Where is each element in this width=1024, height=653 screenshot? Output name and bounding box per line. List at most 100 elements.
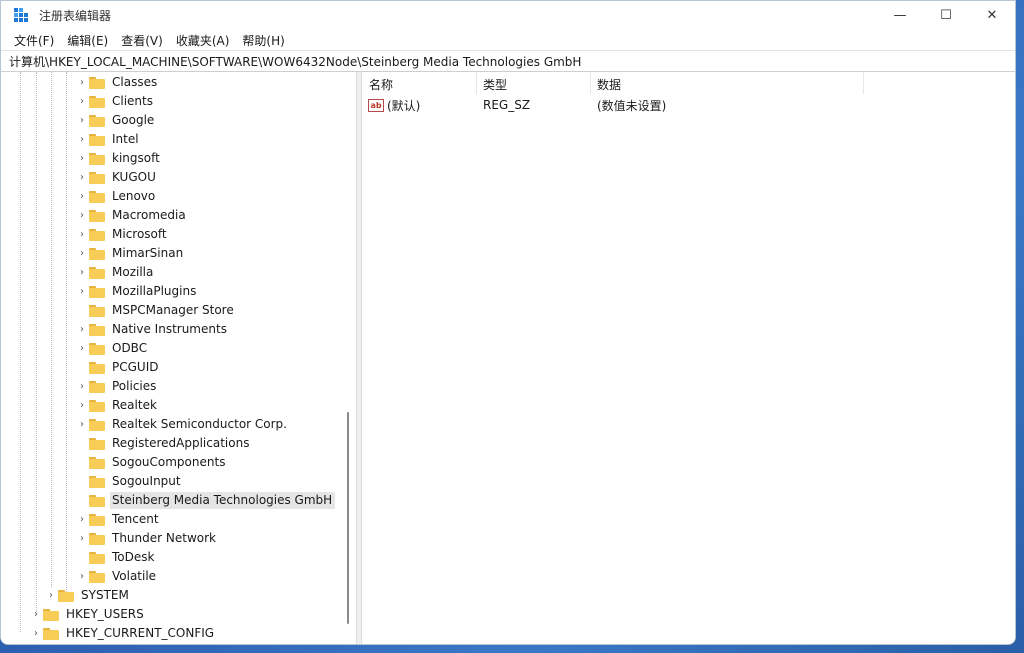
- title-bar[interactable]: 注册表编辑器 — ☐ ✕: [1, 1, 1015, 30]
- chevron-right-icon[interactable]: ›: [77, 210, 87, 221]
- menu-file[interactable]: 文件(F): [8, 32, 61, 49]
- menu-edit[interactable]: 编辑(E): [61, 32, 115, 49]
- tree-item[interactable]: › SYSTEM: [46, 586, 132, 605]
- chevron-right-icon[interactable]: ›: [77, 229, 87, 240]
- tree-item[interactable]: › Macromedia: [77, 206, 189, 225]
- chevron-right-icon[interactable]: ›: [77, 248, 87, 259]
- chevron-right-icon[interactable]: ›: [77, 96, 87, 107]
- tree-item[interactable]: Steinberg Media Technologies GmbH: [77, 491, 336, 510]
- tree-item[interactable]: › Clients: [77, 92, 156, 111]
- chevron-right-icon[interactable]: ›: [77, 286, 87, 297]
- menu-view[interactable]: 查看(V): [115, 32, 170, 49]
- folder-icon: [89, 532, 105, 545]
- chevron-right-icon[interactable]: ›: [77, 324, 87, 335]
- folder-icon: [89, 418, 105, 431]
- column-separator[interactable]: [476, 72, 477, 94]
- tree-item[interactable]: › Realtek Semiconductor Corp.: [77, 415, 290, 434]
- tree-item[interactable]: › Native Instruments: [77, 320, 230, 339]
- tree-item[interactable]: › Mozilla: [77, 263, 156, 282]
- column-separator[interactable]: [863, 72, 864, 94]
- menu-favorites[interactable]: 收藏夹(A): [170, 32, 237, 49]
- column-separator[interactable]: [590, 72, 591, 94]
- chevron-right-icon[interactable]: ›: [31, 628, 41, 639]
- tree-item[interactable]: › Tencent: [77, 510, 162, 529]
- value-data-text: (数值未设置): [597, 98, 667, 113]
- value-list-pane[interactable]: 名称 类型 数据 ab (默认) REG_SZ (数值未设置): [362, 72, 1015, 644]
- column-header-name[interactable]: 名称: [369, 76, 393, 93]
- tree-item[interactable]: › kingsoft: [77, 149, 163, 168]
- address-path[interactable]: 计算机\HKEY_LOCAL_MACHINE\SOFTWARE\WOW6432N…: [9, 53, 581, 70]
- tree-item[interactable]: › Volatile: [77, 567, 159, 586]
- chevron-right-icon[interactable]: ›: [46, 590, 56, 601]
- folder-icon: [89, 361, 105, 374]
- chevron-right-icon[interactable]: ›: [77, 419, 87, 430]
- chevron-right-icon[interactable]: ›: [77, 134, 87, 145]
- tree-item-label: ToDesk: [112, 550, 155, 564]
- tree-item-label: SogouInput: [112, 474, 181, 488]
- address-bar[interactable]: 计算机\HKEY_LOCAL_MACHINE\SOFTWARE\WOW6432N…: [1, 50, 1015, 72]
- tree-item-label: Native Instruments: [112, 322, 227, 336]
- tree-item[interactable]: RegisteredApplications: [77, 434, 252, 453]
- column-header-type[interactable]: 类型: [483, 76, 507, 93]
- menu-help[interactable]: 帮助(H): [236, 32, 291, 49]
- chevron-right-icon[interactable]: ›: [77, 115, 87, 126]
- tree-item[interactable]: › ODBC: [77, 339, 150, 358]
- chevron-right-icon[interactable]: ›: [77, 172, 87, 183]
- close-button[interactable]: ✕: [969, 1, 1015, 30]
- tree-item-label: SogouComponents: [112, 455, 226, 469]
- chevron-right-icon[interactable]: ›: [77, 267, 87, 278]
- tree-item[interactable]: › HKEY_CURRENT_CONFIG: [31, 624, 217, 643]
- tree-item[interactable]: PCGUID: [77, 358, 161, 377]
- folder-icon: [89, 76, 105, 89]
- tree-item[interactable]: › MimarSinan: [77, 244, 186, 263]
- window-controls: — ☐ ✕: [877, 1, 1015, 30]
- tree-item[interactable]: SogouInput: [77, 472, 184, 491]
- tree-item[interactable]: › Thunder Network: [77, 529, 219, 548]
- tree-scrollbar[interactable]: [343, 72, 351, 644]
- chevron-right-icon[interactable]: ›: [77, 343, 87, 354]
- minimize-button[interactable]: —: [877, 1, 923, 30]
- folder-icon: [43, 608, 59, 621]
- tree-guide-line: [66, 72, 67, 602]
- tree-scrollbar-thumb[interactable]: [347, 412, 349, 624]
- chevron-right-icon[interactable]: ›: [77, 533, 87, 544]
- regedit-app-icon: [14, 7, 30, 24]
- tree-item[interactable]: › HKEY_USERS: [31, 605, 147, 624]
- key-tree-pane[interactable]: › Classes › Clients › Google › Intel › kingsoft › K…: [1, 72, 356, 644]
- tree-item-label: SYSTEM: [81, 588, 129, 602]
- tree-item-label: Lenovo: [112, 189, 156, 203]
- chevron-right-icon[interactable]: ›: [31, 609, 41, 620]
- chevron-right-icon[interactable]: ›: [77, 381, 87, 392]
- chevron-right-icon[interactable]: ›: [77, 153, 87, 164]
- value-data: (数值未设置): [597, 95, 666, 115]
- value-type-text: REG_SZ: [483, 98, 531, 112]
- folder-icon: [89, 342, 105, 355]
- maximize-button[interactable]: ☐: [923, 1, 969, 30]
- tree-item[interactable]: › Lenovo: [77, 187, 158, 206]
- folder-icon: [89, 570, 105, 583]
- tree-item[interactable]: SogouComponents: [77, 453, 228, 472]
- tree-item[interactable]: › Microsoft: [77, 225, 170, 244]
- tree-item-label: Google: [112, 113, 155, 127]
- chevron-right-icon[interactable]: ›: [77, 400, 87, 411]
- tree-item[interactable]: › Google: [77, 111, 157, 130]
- tree-item[interactable]: › KUGOU: [77, 168, 159, 187]
- tree-item[interactable]: › Classes: [77, 73, 160, 92]
- tree-item-label: Intel: [112, 132, 139, 146]
- tree-item-label: PCGUID: [112, 360, 159, 374]
- tree-item-label: Tencent: [112, 512, 159, 526]
- list-item[interactable]: ab (默认): [368, 95, 420, 115]
- tree-item[interactable]: ToDesk: [77, 548, 157, 567]
- column-header-data[interactable]: 数据: [597, 76, 621, 93]
- tree-item[interactable]: MSPCManager Store: [77, 301, 237, 320]
- chevron-right-icon[interactable]: ›: [77, 514, 87, 525]
- tree-item-label: Mozilla: [112, 265, 154, 279]
- tree-item[interactable]: › Realtek: [77, 396, 160, 415]
- tree-item[interactable]: › MozillaPlugins: [77, 282, 199, 301]
- chevron-right-icon[interactable]: ›: [77, 191, 87, 202]
- chevron-right-icon[interactable]: ›: [77, 77, 87, 88]
- tree-item[interactable]: › Policies: [77, 377, 159, 396]
- tree-item[interactable]: › Intel: [77, 130, 142, 149]
- chevron-right-icon[interactable]: ›: [77, 571, 87, 582]
- folder-icon: [89, 209, 105, 222]
